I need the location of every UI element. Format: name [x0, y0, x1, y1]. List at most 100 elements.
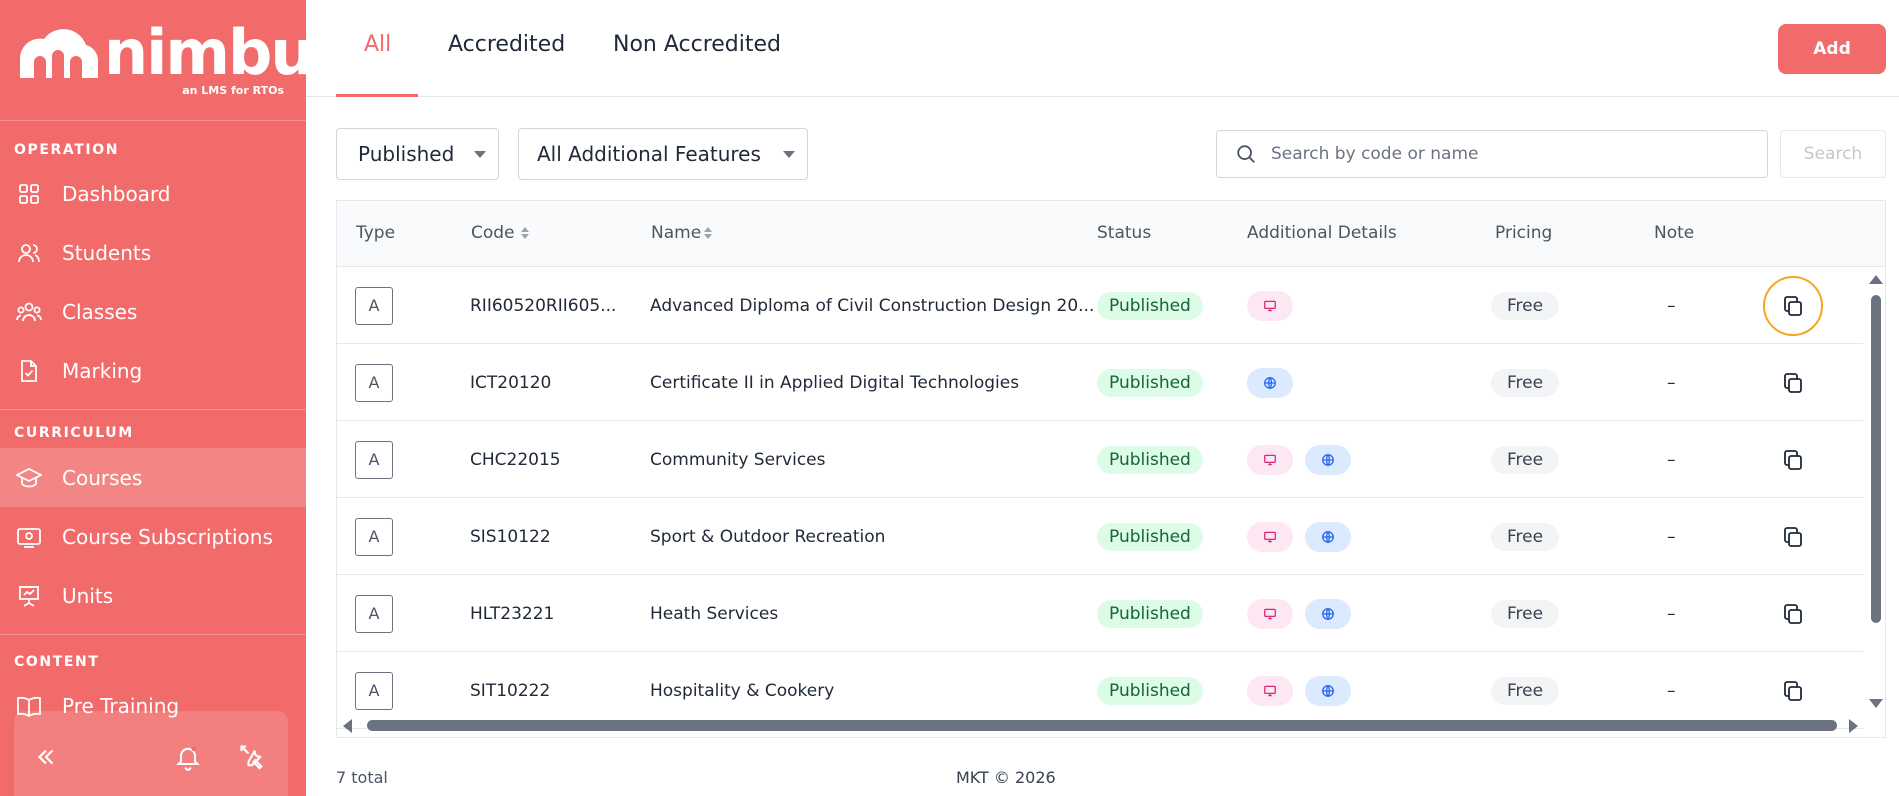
brand-logo[interactable]: nimbu an LMS for RTOs [0, 0, 315, 121]
sidebar-item-marking[interactable]: Marking [0, 341, 306, 400]
caret-down-icon [474, 151, 486, 158]
course-tabs: All Accredited Non Accredited Add [306, 0, 1899, 97]
presentation-icon [16, 583, 42, 609]
horizontal-scroll-thumb[interactable] [367, 720, 1837, 731]
course-name[interactable]: Heath Services [650, 575, 778, 652]
scroll-down-icon[interactable] [1869, 699, 1883, 708]
sidebar-item-courses[interactable]: Courses [0, 448, 306, 507]
course-code: HLT23221 [470, 603, 555, 624]
brand-tagline: an LMS for RTOs [182, 84, 284, 97]
status-badge: Published [1097, 291, 1203, 320]
duplicate-button[interactable] [1773, 440, 1813, 480]
globe-icon [1305, 598, 1351, 629]
tab-non-accredited[interactable]: Non Accredited [613, 32, 781, 57]
sidebar-item-classes[interactable]: Classes [0, 282, 306, 341]
sidebar-item-label: Course Subscriptions [62, 524, 273, 549]
additional-details [1247, 498, 1363, 575]
copy-icon [1781, 679, 1805, 703]
monitor-icon [1247, 444, 1293, 475]
note-value: – [1667, 295, 1676, 316]
add-button[interactable]: Add [1778, 24, 1886, 74]
globe-icon [1305, 444, 1351, 475]
horizontal-scrollbar[interactable] [337, 711, 1885, 737]
scroll-right-icon[interactable] [1849, 719, 1858, 733]
duplicate-button[interactable] [1773, 363, 1813, 403]
section-label-operation: OPERATION [14, 142, 120, 158]
column-header-type: Type [356, 223, 396, 243]
duplicate-button[interactable] [1773, 671, 1813, 711]
cloud-logo-icon [20, 29, 99, 78]
status-badge: Published [1097, 522, 1203, 551]
status-badge: Published [1097, 599, 1203, 628]
status-badge: Published [1097, 368, 1203, 397]
table-row[interactable]: A CHC22015 Community Services Published Free… [337, 421, 1863, 498]
tools-icon [240, 745, 263, 770]
copy-icon [1781, 371, 1805, 395]
monitor-icon [1247, 521, 1293, 552]
tab-accredited[interactable]: Accredited [448, 32, 565, 57]
globe-icon [1247, 367, 1293, 398]
courses-table: Type Code Name Status Additional Details… [336, 200, 1886, 738]
copy-icon [1781, 602, 1805, 626]
course-name[interactable]: Advanced Diploma of Civil Construction D… [650, 267, 1094, 344]
monitor-icon [1247, 675, 1293, 706]
note-value: – [1667, 449, 1676, 470]
type-badge: A [355, 440, 393, 479]
sidebar-item-students[interactable]: Students [0, 223, 306, 282]
sidebar: nimbu an LMS for RTOs OPERATION Dashboar… [0, 0, 315, 796]
sidebar-item-units[interactable]: Units [0, 566, 306, 625]
column-header-note: Note [1654, 223, 1695, 243]
sidebar-item-dashboard[interactable]: Dashboard [0, 164, 306, 223]
type-badge: A [355, 363, 393, 402]
course-name[interactable]: Community Services [650, 421, 825, 498]
search-input[interactable] [1271, 144, 1751, 164]
sidebar-item-label: Marking [62, 358, 143, 383]
course-name[interactable]: Sport & Outdoor Recreation [650, 498, 885, 575]
sidebar-item-label: Classes [62, 299, 138, 324]
type-badge: A [355, 671, 393, 710]
search-button[interactable]: Search [1780, 130, 1886, 178]
table-row[interactable]: A ICT20120 Certificate II in Applied Digit… [337, 344, 1863, 421]
type-badge: A [355, 594, 393, 633]
section-label-content: CONTENT [14, 654, 100, 670]
notifications-button[interactable] [172, 741, 204, 773]
table-row[interactable]: A RII60520RII605... Advanced Diploma of Ci… [337, 267, 1863, 344]
copy-icon [1781, 294, 1805, 318]
vertical-scroll-thumb[interactable] [1871, 295, 1881, 623]
monitor-icon [1247, 598, 1293, 629]
column-header-name[interactable]: Name [651, 223, 713, 243]
duplicate-button[interactable] [1773, 594, 1813, 634]
table-row[interactable]: A SIS10122 Sport & Outdoor Recreation Publi… [337, 498, 1863, 575]
search-icon [1237, 145, 1255, 163]
note-value: – [1667, 526, 1676, 547]
search-field[interactable] [1216, 130, 1768, 178]
status-filter-select[interactable]: Published [336, 128, 499, 180]
course-code: SIS10122 [470, 526, 551, 547]
copyright: MKT © 2026 [956, 768, 1056, 787]
sidebar-item-course-subscriptions[interactable]: Course Subscriptions [0, 507, 306, 566]
column-header-status: Status [1097, 223, 1152, 243]
column-header-code[interactable]: Code [471, 223, 529, 243]
status-filter-value: Published [358, 142, 455, 166]
tab-all[interactable]: All [364, 32, 391, 57]
type-badge: A [355, 286, 393, 325]
features-filter-select[interactable]: All Additional Features [518, 128, 808, 180]
group-icon [16, 299, 42, 325]
duplicate-button[interactable] [1773, 517, 1813, 557]
collapse-sidebar-button[interactable] [30, 741, 62, 773]
pricing-badge: Free [1491, 291, 1560, 320]
duplicate-button[interactable] [1763, 275, 1823, 336]
sidebar-footer [14, 711, 288, 796]
tools-button[interactable] [236, 741, 268, 773]
note-value: – [1667, 603, 1676, 624]
sidebar-item-label: Units [62, 583, 114, 608]
main-content: All Accredited Non Accredited Add Publis… [306, 0, 1899, 796]
table-header: Type Code Name Status Additional Details… [337, 201, 1885, 267]
scroll-left-icon[interactable] [343, 719, 352, 733]
type-badge: A [355, 517, 393, 556]
course-name[interactable]: Certificate II in Applied Digital Techno… [650, 344, 1019, 421]
scroll-up-icon[interactable] [1869, 275, 1883, 284]
table-row[interactable]: A HLT23221 Heath Services Published Free – [337, 575, 1863, 652]
vertical-scrollbar[interactable] [1863, 267, 1885, 711]
file-check-icon [16, 358, 42, 384]
